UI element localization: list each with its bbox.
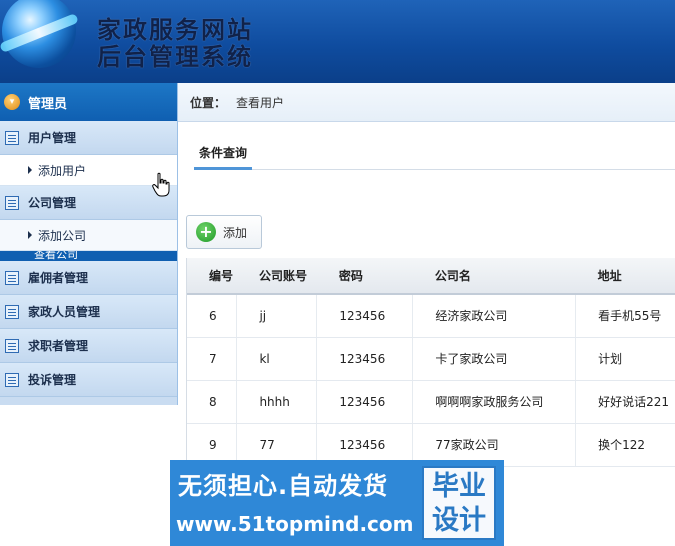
cell-address: 计划 <box>575 337 675 381</box>
table-row[interactable]: 7 kl 123456 卡了家政公司 计划 <box>187 337 675 381</box>
watermark-line1: 无须担心.自动发货 <box>178 472 389 500</box>
column-header-company-name[interactable]: 公司名 <box>412 258 576 295</box>
triangle-right-icon <box>28 166 32 174</box>
app-header: 家政服务网站 后台管理系统 <box>0 0 675 83</box>
app-title-line2: 后台管理系统 <box>97 42 253 71</box>
cell-company-name: 啊啊啊家政服务公司 <box>412 380 577 424</box>
sidebar-subitem-label: 添加用户 <box>38 163 87 178</box>
chevron-down-circle-icon: ▾ <box>4 94 20 110</box>
cell-company-name: 卡了家政公司 <box>412 337 577 381</box>
sidebar-item-label: 雇佣者管理 <box>28 271 89 285</box>
sidebar-item-label: 求职者管理 <box>28 339 89 353</box>
breadcrumb-label: 位置： <box>190 95 227 110</box>
table-row[interactable]: 8 hhhh 123456 啊啊啊家政服务公司 好好说话221 <box>187 380 675 424</box>
watermark-url: www.51topmind.com <box>176 512 414 536</box>
sidebar-item-jobseeker-management[interactable]: 求职者管理 <box>0 329 177 363</box>
cell-password: 123456 <box>316 337 414 381</box>
table-row[interactable]: 6 jj 123456 经济家政公司 看手机55号 <box>187 294 675 338</box>
cell-id: 8 <box>187 380 238 424</box>
list-icon <box>5 195 19 210</box>
table-header-row: 编号 公司账号 密码 公司名 地址 <box>187 258 675 295</box>
column-header-id[interactable]: 编号 <box>187 258 237 295</box>
sidebar-header-label: 管理员 <box>28 96 68 112</box>
column-header-account[interactable]: 公司账号 <box>236 258 317 295</box>
list-icon <box>5 270 19 285</box>
globe-logo-icon <box>0 0 79 68</box>
cell-address: 好好说话221 <box>575 380 675 424</box>
watermark-seal: 毕业 设计 <box>422 466 496 540</box>
sidebar-item-label: 投诉管理 <box>28 373 77 387</box>
sidebar-subitem-add-user[interactable]: 添加用户 <box>0 155 177 186</box>
cell-address: 看手机55号 <box>575 294 675 338</box>
sidebar-header-admin[interactable]: ▾ 管理员 <box>0 83 177 121</box>
list-icon <box>5 304 19 319</box>
plus-icon: + <box>196 222 216 242</box>
cell-id: 7 <box>187 337 238 381</box>
sidebar-item-employer-management[interactable]: 雇佣者管理 <box>0 261 177 295</box>
add-button-label: 添加 <box>223 225 248 240</box>
watermark-banner: 无须担心.自动发货 www.51topmind.com 毕业 设计 <box>170 460 504 546</box>
cell-company-name: 经济家政公司 <box>412 294 577 338</box>
list-icon <box>5 130 19 145</box>
cell-address: 换个122 <box>575 423 675 467</box>
sidebar-item-company-management[interactable]: 公司管理 <box>0 186 177 220</box>
sidebar-item-complaint-management[interactable]: 投诉管理 <box>0 363 177 397</box>
hand-cursor-icon <box>152 172 170 197</box>
cell-password: 123456 <box>316 380 414 424</box>
cell-password: 123456 <box>316 294 414 338</box>
tab-condition-query[interactable]: 条件查询 <box>194 143 253 170</box>
tab-bar: 条件查询 <box>194 143 675 170</box>
sidebar-item-label: 家政人员管理 <box>28 305 101 319</box>
add-button[interactable]: + 添加 <box>186 215 262 249</box>
sidebar-subitem-label: 查看公司 <box>34 251 78 261</box>
list-icon <box>5 372 19 387</box>
column-header-password[interactable]: 密码 <box>316 258 413 295</box>
cell-account: hhhh <box>236 380 318 424</box>
sidebar: ▾ 管理员 用户管理 添加用户 公司管理 添加公司 查看公司 雇佣者管理 家政人… <box>0 83 178 405</box>
breadcrumb: 位置： 查看用户 <box>178 83 675 122</box>
breadcrumb-current: 查看用户 <box>236 95 285 110</box>
cell-id: 6 <box>187 294 238 338</box>
sidebar-subitem-label: 添加公司 <box>38 228 87 243</box>
sidebar-item-housekeeper-management[interactable]: 家政人员管理 <box>0 295 177 329</box>
app-title: 家政服务网站 后台管理系统 <box>97 16 253 70</box>
sidebar-subitem-view-company[interactable]: 查看公司 <box>0 251 177 261</box>
cell-account: kl <box>236 337 318 381</box>
sidebar-item-label: 公司管理 <box>28 196 77 210</box>
cell-account: jj <box>236 294 318 338</box>
sidebar-item-user-management[interactable]: 用户管理 <box>0 121 177 155</box>
list-icon <box>5 338 19 353</box>
column-header-address[interactable]: 地址 <box>575 258 675 295</box>
sidebar-subitem-add-company[interactable]: 添加公司 <box>0 220 177 251</box>
sidebar-item-label: 用户管理 <box>28 131 77 145</box>
app-title-line1: 家政服务网站 <box>97 15 253 44</box>
triangle-right-icon <box>28 231 32 239</box>
